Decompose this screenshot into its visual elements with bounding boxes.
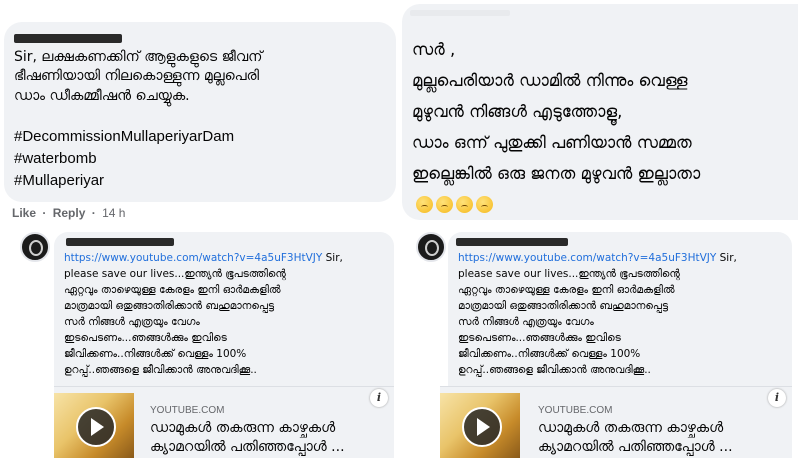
link-preview-card[interactable]: YOUTUBE.COM ഡാമുകൾ തകരുന്ന കാഴ്ചകൾ ക്യാമ… <box>54 386 394 458</box>
card-title[interactable]: ഡാമുകൾ തകരുന്ന കാഴ്ചകൾ ക്യാമറയിൽ പതിഞ്ഞപ… <box>150 419 345 457</box>
comment-line: സർ , <box>412 40 456 59</box>
reply-line: ഏറ്റവും താഴെയുള്ള കേരളം ഇനി ഓർമകളിൽ <box>458 284 675 296</box>
reply-line: ഇടപെടണം...ഞങ്ങൾക്കും ഇവിടെ <box>64 332 227 344</box>
reply-line: Sir, <box>719 252 737 264</box>
card-title-line: ഡാമുകൾ തകരുന്ന കാഴ്ചകൾ <box>538 420 724 436</box>
separator: · <box>42 206 47 220</box>
right-comment-bubble: സർ , മുല്ലപെരിയാർ ഡാമിൽ നിന്നും വെള്ള മു… <box>402 4 798 220</box>
timestamp: 14 h <box>102 206 126 220</box>
reply-line: Sir, <box>325 252 343 264</box>
play-icon[interactable] <box>76 407 116 447</box>
reply-line: please save our lives...ഇന്ത്യൻ ഭൂപടത്തി… <box>64 268 286 280</box>
info-icon[interactable]: i <box>768 389 786 407</box>
play-icon[interactable] <box>462 407 502 447</box>
sad-face-icon <box>436 196 453 213</box>
reply-line: മാത്രമായി ഒതുങ്ങാതിരിക്കാൻ ബഹുമാനപ്പെട്ട <box>64 300 275 312</box>
reply-line: please save our lives...ഇന്ത്യൻ ഭൂപടത്തി… <box>458 268 680 280</box>
hashtag-list: #DecommissionMullaperiyarDam #waterbomb … <box>14 126 234 192</box>
comment-line: മുല്ലപെരിയാർ ഡാമിൽ നിന്നും വെള്ള <box>412 71 688 90</box>
comment-line: ഭീഷണിയായി നിലകൊള്ളുന്ന മുല്ലപെരി <box>14 68 260 85</box>
left-comment-text: Sir, ലക്ഷകണക്കിന് ആളുകളുടെ ജീവന് ഭീഷണിയാ… <box>14 48 262 106</box>
redacted-author-name <box>410 10 510 16</box>
card-title-line: ക്യാമറയിൽ പതിഞ്ഞപ്പോൾ ... <box>538 439 733 455</box>
video-thumbnail[interactable] <box>440 393 520 458</box>
link-preview-card[interactable]: YOUTUBE.COM ഡാമുകൾ തകരുന്ന കാഴ്ചകൾ ക്യാമ… <box>440 386 792 458</box>
comment-actions: Like · Reply · 14 h <box>12 206 125 220</box>
like-button[interactable]: Like <box>12 206 36 220</box>
emoji-row <box>416 194 496 213</box>
card-title-line: ഡാമുകൾ തകരുന്ന കാഴ്ചകൾ <box>150 420 336 436</box>
comment-line: ഡാം ഡീകമ്മീഷൻ ചെയ്യുക. <box>14 87 190 104</box>
crying-face-icon <box>476 196 493 213</box>
card-title-line: ക്യാമറയിൽ പതിഞ്ഞപ്പോൾ ... <box>150 439 345 455</box>
hashtag-link[interactable]: #waterbomb <box>14 148 234 170</box>
image-divider <box>399 0 401 457</box>
card-title[interactable]: ഡാമുകൾ തകരുന്ന കാഴ്ചകൾ ക്യാമറയിൽ പതിഞ്ഞപ… <box>538 419 733 457</box>
left-comment-bubble: Sir, ലക്ഷകണക്കിന് ആളുകളുടെ ജീവന് ഭീഷണിയാ… <box>4 22 396 202</box>
card-site: YOUTUBE.COM <box>150 405 225 416</box>
youtube-link[interactable]: https://www.youtube.com/watch?v=4a5uF3Ht… <box>458 252 716 264</box>
redacted-author-name <box>66 238 174 246</box>
sad-face-icon <box>416 196 433 213</box>
reply-line: ഉറപ്പ്..ഞങ്ങളെ ജീവിക്കാൻ അനുവദിക്കൂ.. <box>458 364 651 376</box>
hashtag-link[interactable]: #DecommissionMullaperiyarDam <box>14 126 234 148</box>
reply-text: https://www.youtube.com/watch?v=4a5uF3Ht… <box>458 250 737 378</box>
info-icon[interactable]: i <box>370 389 388 407</box>
video-thumbnail[interactable] <box>54 393 134 458</box>
reply-line: സർ നിങ്ങൾ എത്രയും വേഗം <box>64 316 200 328</box>
reply-text: https://www.youtube.com/watch?v=4a5uF3Ht… <box>64 250 343 378</box>
avatar[interactable] <box>416 232 446 262</box>
separator: · <box>91 206 96 220</box>
redacted-author-name <box>456 238 568 246</box>
reply-line: ഏറ്റവും താഴെയുള്ള കേരളം ഇനി ഓർമകളിൽ <box>64 284 281 296</box>
comment-line: Sir, ലക്ഷകണക്കിന് ആളുകളുടെ ജീവന് <box>14 49 263 65</box>
card-site: YOUTUBE.COM <box>538 405 613 416</box>
comment-line: മുഴുവൻ നിങ്ങൾ എടുത്തോളൂ, <box>412 102 623 121</box>
reply-line: ജീവിക്കണം..നിങ്ങൾക്ക് വെള്ളം 100% <box>64 348 247 360</box>
reply-line: മാത്രമായി ഒതുങ്ങാതിരിക്കാൻ ബഹുമാനപ്പെട്ട <box>458 300 669 312</box>
reply-line: ഇടപെടണം...ഞങ്ങൾക്കും ഇവിടെ <box>458 332 621 344</box>
youtube-link[interactable]: https://www.youtube.com/watch?v=4a5uF3Ht… <box>64 252 322 264</box>
crying-face-icon <box>456 196 473 213</box>
reply-button[interactable]: Reply <box>53 206 86 220</box>
comment-line: ഡാം ഒന്ന് പുതുക്കി പണിയാൻ സമ്മത <box>412 133 692 152</box>
reply-line: ജീവിക്കണം..നിങ്ങൾക്ക് വെള്ളം 100% <box>458 348 641 360</box>
reply-line: സർ നിങ്ങൾ എത്രയും വേഗം <box>458 316 594 328</box>
redacted-author-name <box>14 34 122 43</box>
avatar[interactable] <box>20 232 50 262</box>
hashtag-link[interactable]: #Mullaperiyar <box>14 170 234 192</box>
comment-line: ഇല്ലെങ്കിൽ ഒരു ജനത മുഴുവൻ ഇല്ലാതാ <box>412 164 701 183</box>
reply-line: ഉറപ്പ്..ഞങ്ങളെ ജീവിക്കാൻ അനുവദിക്കൂ.. <box>64 364 257 376</box>
right-comment-text: സർ , മുല്ലപെരിയാർ ഡാമിൽ നിന്നും വെള്ള മു… <box>412 34 700 189</box>
